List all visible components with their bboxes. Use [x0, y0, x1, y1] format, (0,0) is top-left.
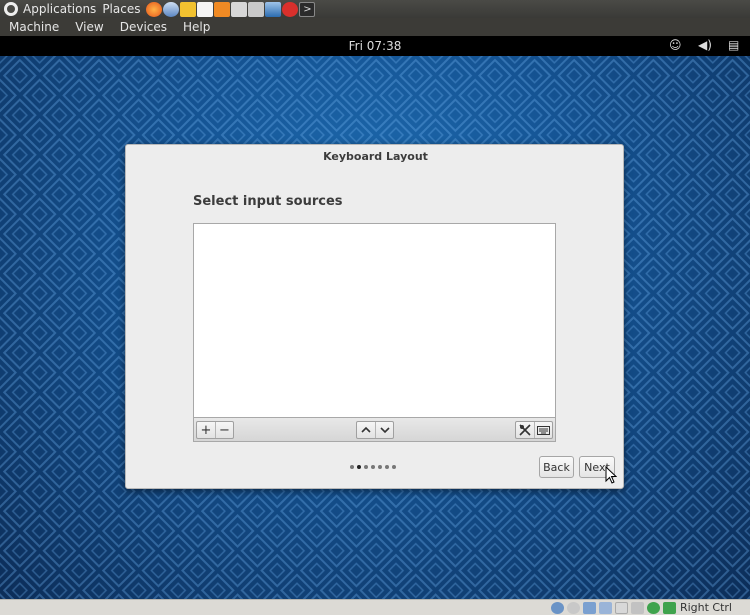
page-dot	[364, 465, 368, 469]
move-down-button[interactable]	[375, 422, 393, 438]
display-icon[interactable]	[614, 601, 628, 614]
back-button[interactable]: Back	[539, 456, 574, 478]
shared-folders-icon[interactable]	[598, 601, 612, 614]
host-key-label: Right Ctrl	[679, 601, 732, 614]
reorder-group	[356, 421, 394, 439]
clipboard-icon[interactable]: ▤	[728, 38, 739, 52]
page-dot	[371, 465, 375, 469]
places-menu[interactable]: Places	[102, 2, 140, 16]
menu-machine[interactable]: Machine	[4, 20, 64, 34]
source-settings-button[interactable]	[516, 422, 534, 438]
settings-group	[515, 421, 553, 439]
list-toolbar: + −	[193, 418, 556, 442]
bug-icon[interactable]	[282, 1, 299, 17]
section-heading: Select input sources	[193, 194, 343, 209]
hard-disk-icon[interactable]	[550, 601, 564, 614]
vpn-icon[interactable]	[180, 1, 197, 17]
move-up-button[interactable]	[357, 422, 375, 438]
page-dot	[378, 465, 382, 469]
keyboard-layout-dialog: Keyboard Layout Select input sources + −	[125, 144, 624, 489]
mouse-integration-icon[interactable]	[662, 601, 676, 614]
page-dot	[385, 465, 389, 469]
virtualbox-icon[interactable]	[265, 1, 282, 17]
vbox-status-bar: Right Ctrl	[0, 599, 750, 615]
capture-icon[interactable]	[630, 601, 644, 614]
accessibility-icon[interactable]: ☺	[669, 38, 682, 52]
screenshot-icon[interactable]	[248, 1, 265, 17]
menu-devices[interactable]: Devices	[115, 20, 172, 34]
remove-source-button[interactable]: −	[215, 422, 233, 438]
folder-icon[interactable]	[214, 1, 231, 17]
mouse-pointer-icon	[605, 466, 617, 484]
network-icon[interactable]	[646, 601, 660, 614]
page-dot	[392, 465, 396, 469]
optical-drive-icon[interactable]	[566, 601, 580, 614]
remote-desktop-icon[interactable]	[231, 1, 248, 17]
terminal-icon[interactable]: >	[299, 1, 316, 17]
ubuntu-logo-icon[interactable]	[4, 2, 18, 16]
usb-icon[interactable]	[582, 601, 596, 614]
applications-menu[interactable]: Applications	[23, 2, 96, 16]
firefox-icon[interactable]	[146, 1, 163, 17]
clock[interactable]: Fri 07:38	[0, 39, 750, 53]
tools-icon	[519, 424, 531, 436]
host-top-panel: Applications Places >	[0, 0, 750, 18]
guest-screen: Fri 07:38 ☺ ◀) ▤ Keyboard Layout Select …	[0, 36, 750, 599]
menu-view[interactable]: View	[70, 20, 108, 34]
dialog-title: Keyboard Layout	[323, 150, 428, 163]
add-remove-group: + −	[196, 421, 234, 439]
text-editor-icon[interactable]	[197, 1, 214, 17]
add-source-button[interactable]: +	[197, 422, 215, 438]
vbox-menubar: Machine View Devices Help	[0, 18, 750, 36]
menu-help[interactable]: Help	[178, 20, 215, 34]
chevron-up-icon	[361, 426, 371, 433]
page-dot	[350, 465, 354, 469]
chevron-down-icon	[379, 427, 390, 434]
show-layout-button[interactable]	[534, 422, 552, 438]
input-sources-list[interactable]	[193, 223, 556, 418]
thunderbird-icon[interactable]	[163, 1, 180, 17]
keyboard-icon	[537, 425, 550, 435]
gnome-top-bar: Fri 07:38 ☺ ◀) ▤	[0, 36, 750, 56]
volume-icon[interactable]: ◀)	[698, 38, 712, 52]
page-dot-current	[357, 465, 361, 469]
page-indicator	[350, 465, 396, 469]
